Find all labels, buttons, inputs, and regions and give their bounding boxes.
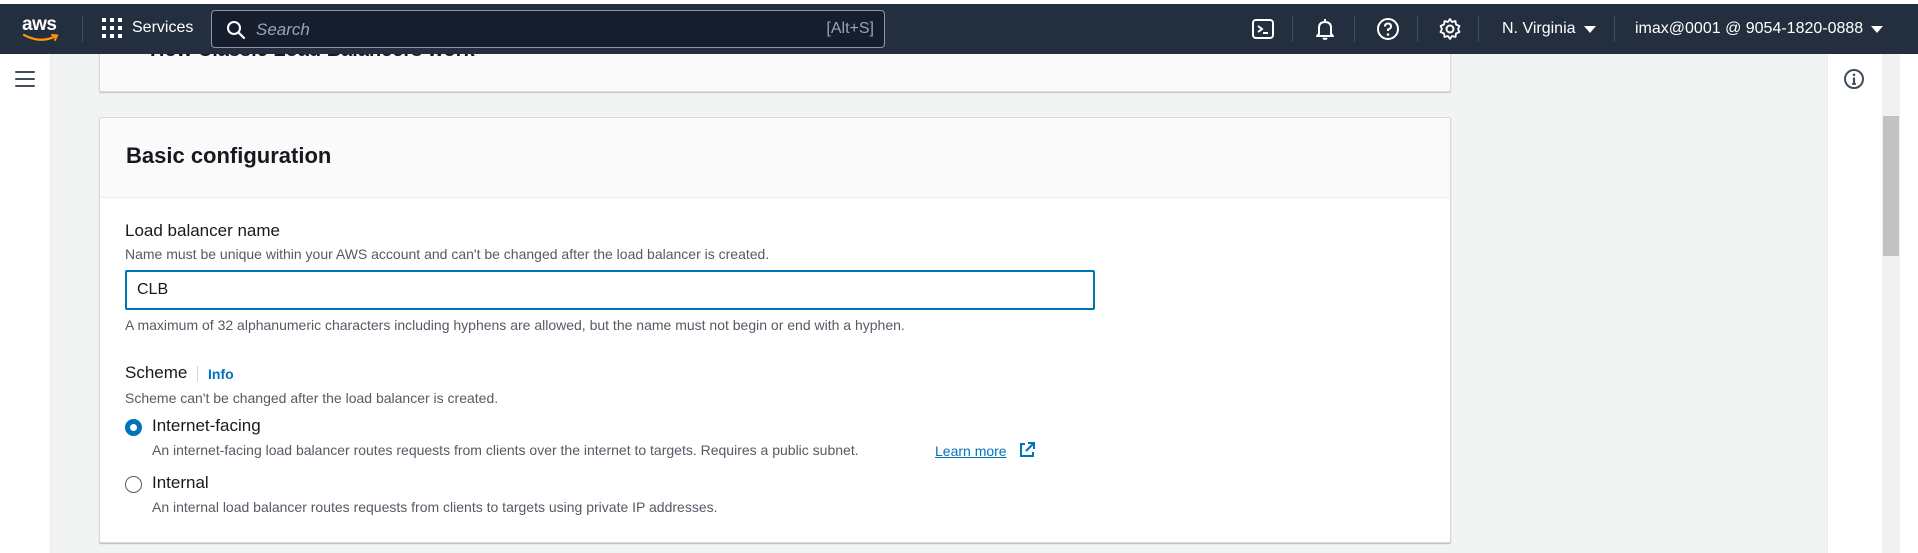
load-balancer-name-input[interactable] [127,272,1093,308]
internal-radio[interactable] [125,476,142,493]
help-icon[interactable] [1376,17,1400,41]
nav-divider [1478,16,1479,42]
scheme-info-link[interactable]: Info [208,366,234,382]
learn-more-link[interactable]: Learn more [935,443,1007,459]
nav-divider [1354,16,1355,42]
nav-divider [82,16,83,42]
internal-label[interactable]: Internal [152,473,209,493]
services-menu-button[interactable]: Services [102,18,193,38]
load-balancer-name-label: Load balancer name [125,221,281,240]
services-grid-icon [102,18,122,38]
window-edge [1900,54,1918,553]
internet-facing-description: An internet-facing load balancer routes … [152,442,859,458]
region-selector[interactable]: N. Virginia [1502,20,1596,38]
panel-header: Basic configuration [100,118,1450,198]
internet-facing-label[interactable]: Internet-facing [152,416,261,436]
chevron-down-icon [1871,25,1884,33]
nav-divider [1292,16,1293,42]
cloudshell-icon[interactable] [1251,17,1275,41]
left-navigation-rail [0,54,51,553]
aws-smile-icon [22,33,59,41]
bell-icon[interactable] [1313,17,1337,41]
services-label: Services [132,19,194,36]
search-shortcut: [Alt+S] [826,20,874,37]
region-label: N. Virginia [1502,20,1576,37]
account-label: imax@0001 @ 9054-1820-0888 [1635,20,1864,37]
menu-icon[interactable] [15,71,35,92]
scheme-description: Scheme can't be changed after the load b… [125,390,499,406]
label-divider [197,366,198,382]
load-balancer-name-field[interactable] [125,270,1095,310]
search-icon [227,21,246,40]
scheme-label: Scheme [125,363,188,382]
load-balancer-name-description: Name must be unique within your AWS acco… [125,246,770,262]
internet-facing-radio[interactable] [125,419,142,436]
chevron-down-icon [1583,25,1596,33]
scrollbar-thumb[interactable] [1883,116,1899,256]
gear-icon[interactable] [1438,17,1462,41]
right-tools-rail [1827,54,1882,553]
nav-divider [1417,16,1418,42]
top-navigation-bar: aws Services Search [Alt+S] N. Virginia … [0,4,1918,54]
aws-logo[interactable]: aws [22,14,62,46]
aws-logo-text: aws [22,14,57,35]
load-balancer-name-constraint: A maximum of 32 alphanumeric characters … [125,317,905,333]
info-icon[interactable] [1843,68,1865,90]
search-placeholder: Search [256,20,310,39]
panel-title: Basic configuration [126,143,332,168]
global-search[interactable]: Search [Alt+S] [211,10,885,48]
internal-description: An internal load balancer routes request… [152,499,718,515]
account-menu[interactable]: imax@0001 @ 9054-1820-0888 [1635,20,1884,38]
nav-divider [1614,16,1615,42]
external-link-icon[interactable] [1018,441,1036,459]
